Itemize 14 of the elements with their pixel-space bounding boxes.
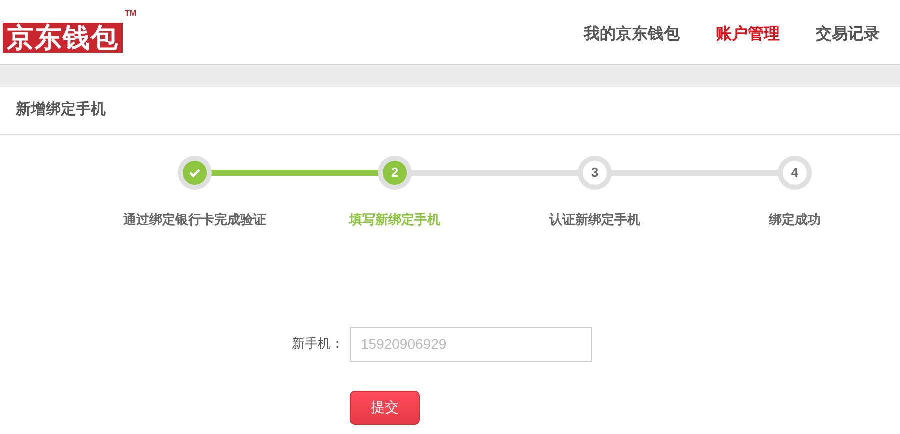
check-icon xyxy=(189,168,201,178)
nav-link[interactable]: 我的京东钱包 xyxy=(584,23,680,47)
step-label: 认证新绑定手机 xyxy=(550,211,640,229)
field-label: 新手机： xyxy=(291,335,345,354)
step-label: 填写新绑定手机 xyxy=(350,211,440,229)
nav-link[interactable]: 账户管理 xyxy=(716,23,780,47)
trademark-mark: TM xyxy=(125,9,137,19)
phone-input[interactable]: 15920906929 xyxy=(350,326,592,362)
submit-button[interactable]: 提交 xyxy=(350,390,420,424)
logo[interactable]: 京东钱包 xyxy=(3,23,123,53)
nav-link[interactable]: 交易记录 xyxy=(816,23,880,47)
step-label: 通过绑定银行卡完成验证 xyxy=(124,211,266,229)
step-label: 绑定成功 xyxy=(769,211,821,229)
section-title: 新增绑定手机 xyxy=(16,100,106,120)
